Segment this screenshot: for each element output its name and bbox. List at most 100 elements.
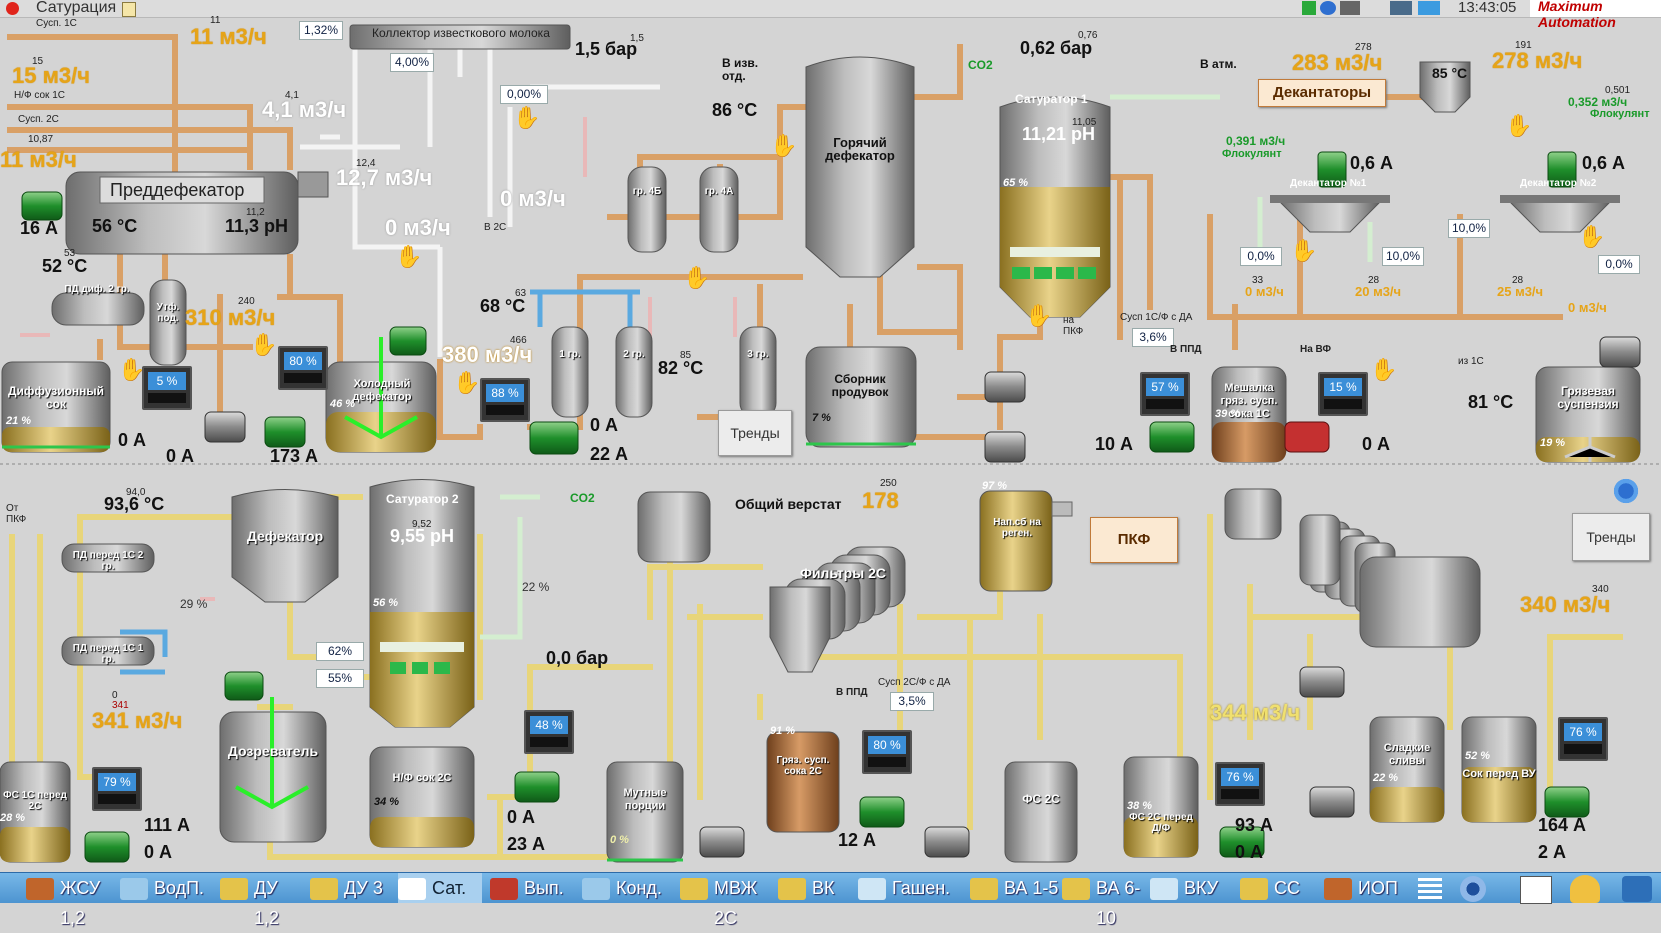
task-sat[interactable]: Сат. (398, 873, 482, 903)
saturator2-ph[interactable]: 9,55 pH (390, 526, 454, 547)
task-va610[interactable]: ВА 6-10 (1062, 873, 1154, 928)
manual-hand-icon[interactable]: ✋ (683, 265, 710, 291)
close-icon[interactable] (6, 2, 19, 15)
task-vyp[interactable]: Вып. (490, 873, 576, 903)
flow-340[interactable]: 340 м3/ч (1520, 592, 1610, 618)
flocculant2-flow[interactable]: 0,352 м3/ч (1568, 95, 1627, 109)
task-vk[interactable]: ВК (778, 873, 858, 903)
settings-gear-icon[interactable] (1610, 476, 1642, 506)
level-monitor-5[interactable]: 5 % (142, 366, 192, 410)
level-monitor-80[interactable]: 80 % (278, 346, 328, 390)
task-du3[interactable]: ДУ 3 (310, 873, 396, 903)
task-ss[interactable]: СС (1240, 873, 1320, 903)
flow-310[interactable]: 310 м3/ч (185, 305, 275, 331)
common-press-value[interactable]: 178 (862, 488, 899, 514)
message-icon[interactable] (1418, 1, 1440, 15)
temp-52[interactable]: 52 °C (42, 256, 87, 277)
level-monitor-76-b[interactable]: 76 % (1558, 717, 1608, 761)
task-vodp[interactable]: ВодП. (120, 873, 212, 903)
manual-hand-icon[interactable]: ✋ (1290, 238, 1317, 264)
manual-hand-icon[interactable]: ✋ (395, 244, 422, 270)
pressure-1-5[interactable]: 1,5 бар (575, 39, 637, 60)
flow-lime[interactable]: 4,1 м3/ч (262, 97, 346, 123)
task-vku[interactable]: ВКУ (1150, 873, 1238, 903)
susp2c-da-value[interactable]: 3,5% (890, 692, 934, 711)
task-kond[interactable]: Конд. (582, 873, 676, 903)
task-gashen[interactable]: Гашен. (858, 873, 964, 903)
decanter-pct-d[interactable]: 0,0% (1598, 255, 1640, 274)
valve-pct-4-00[interactable]: 4,00% (390, 53, 434, 72)
pressure-0-0[interactable]: 0,0 бар (546, 648, 608, 669)
manual-hand-icon[interactable]: ✋ (1025, 303, 1052, 329)
valve-pct-1-32[interactable]: 1,32% (299, 21, 343, 40)
flow-susp2c[interactable]: 11 м3/ч (0, 147, 77, 173)
level-monitor-76-a[interactable]: 76 % (1215, 762, 1265, 806)
lock-icon[interactable] (1622, 876, 1652, 902)
temp-81[interactable]: 81 °C (1468, 392, 1513, 413)
susp1c-da-value[interactable]: 3,6% (1132, 328, 1174, 347)
manual-hand-icon[interactable]: ✋ (1370, 357, 1397, 383)
level-monitor-80-bottom[interactable]: 80 % (862, 730, 912, 774)
flow-dec-0[interactable]: 0 м3/ч (1245, 284, 1284, 299)
flow-dec-20[interactable]: 20 м3/ч (1355, 284, 1401, 299)
decanters-button[interactable]: Декантаторы (1258, 79, 1386, 107)
users-icon[interactable] (1390, 1, 1412, 15)
level-monitor-15[interactable]: 15 % (1318, 372, 1368, 416)
temp-86[interactable]: 86 °C (712, 100, 757, 121)
trends-button-top[interactable]: Тренды (718, 410, 792, 456)
flow-344[interactable]: 344 м3/ч (1210, 700, 1300, 726)
predefecator-temp[interactable]: 56 °C (92, 216, 137, 237)
predefecator-ph[interactable]: 11,3 pH (225, 216, 288, 237)
level-monitor-79[interactable]: 79 % (92, 767, 142, 811)
task-va15[interactable]: ВА 1-5 (970, 873, 1060, 903)
valve-pct-62[interactable]: 62% (316, 642, 364, 661)
flocculant1-flow[interactable]: 0,391 м3/ч (1226, 134, 1285, 148)
menu-icon[interactable] (1418, 878, 1442, 900)
flow-0-b[interactable]: 0 м3/ч (385, 215, 451, 241)
manual-hand-icon[interactable]: ✋ (118, 357, 145, 383)
task-mvzh[interactable]: МВЖ 2С (680, 873, 772, 928)
manual-hand-icon[interactable]: ✋ (1578, 224, 1605, 250)
flow-dec-25[interactable]: 25 м3/ч (1497, 284, 1543, 299)
manual-hand-icon[interactable]: ✋ (453, 370, 480, 396)
document-icon[interactable] (122, 2, 136, 17)
trends-button-bottom[interactable]: Тренды (1572, 513, 1650, 561)
saturator1-ph[interactable]: 11,21 pH (1022, 124, 1095, 145)
flow-278[interactable]: 278 м3/ч (1492, 48, 1582, 74)
flow-0-a[interactable]: 0 м3/ч (500, 186, 566, 212)
worker-icon[interactable] (1570, 875, 1600, 903)
manual-hand-icon[interactable]: ✋ (250, 332, 277, 358)
network-icon[interactable] (1320, 1, 1336, 15)
flow-susp1c[interactable]: 11 м3/ч (190, 24, 267, 50)
flow-341[interactable]: 341 м3/ч (92, 708, 182, 734)
temp-68[interactable]: 68 °C (480, 296, 525, 317)
manual-hand-icon[interactable]: ✋ (770, 133, 797, 159)
tools-icon[interactable] (1340, 1, 1360, 15)
valve-pct-0-00[interactable]: 0,00% (500, 85, 548, 104)
pressure-0-62[interactable]: 0,62 бар (1020, 38, 1092, 59)
trend-chart-icon[interactable] (1520, 876, 1552, 904)
flow-283[interactable]: 283 м3/ч (1292, 50, 1382, 76)
task-zhsu[interactable]: ЖСУ 1,2 (26, 873, 118, 928)
hopper-temp[interactable]: 85 °C (1432, 65, 1467, 81)
level-monitor-48[interactable]: 48 % (524, 710, 574, 754)
decanter-pct-c[interactable]: 0,0% (1240, 247, 1282, 266)
manual-hand-icon[interactable]: ✋ (1505, 113, 1532, 139)
pkf-button[interactable]: ПКФ (1090, 517, 1178, 563)
task-du12[interactable]: ДУ 1,2 (220, 873, 306, 928)
task-iop[interactable]: ИОП (1324, 873, 1414, 903)
decanter-pct-b[interactable]: 10,0% (1382, 247, 1424, 266)
add-icon[interactable] (1302, 1, 1316, 15)
flow-nf[interactable]: 15 м3/ч (12, 63, 90, 89)
valve-pct-55[interactable]: 55% (316, 669, 364, 688)
gear-icon[interactable] (1460, 876, 1486, 902)
flow-12-7[interactable]: 12,7 м3/ч (336, 165, 432, 191)
flow-380[interactable]: 380 м3/ч (442, 342, 532, 368)
temp-93-6[interactable]: 93,6 °C (104, 494, 164, 515)
flow-dec-00[interactable]: 0 м3/ч (1568, 300, 1607, 315)
decanter-pct-a[interactable]: 10,0% (1448, 219, 1490, 238)
temp-82[interactable]: 82 °C (658, 358, 703, 379)
level-monitor-88[interactable]: 88 % (480, 378, 530, 422)
level-monitor-57[interactable]: 57 % (1140, 372, 1190, 416)
manual-hand-icon[interactable]: ✋ (513, 105, 540, 131)
